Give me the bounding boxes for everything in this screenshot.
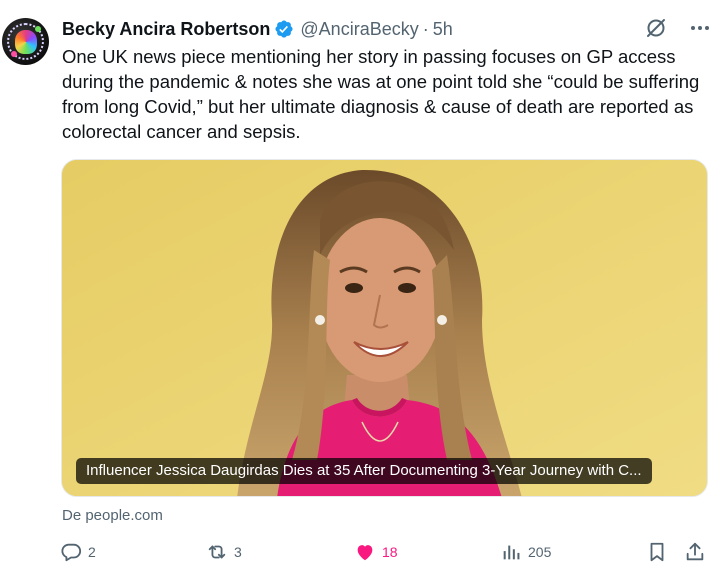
tweet-header: Becky Ancira Robertson @AnciraBecky · 5h: [62, 16, 453, 42]
link-card[interactable]: Influencer Jessica Daugirdas Dies at 35 …: [61, 159, 708, 497]
tweet[interactable]: Becky Ancira Robertson @AnciraBecky · 5h…: [0, 0, 724, 576]
bookmark-button[interactable]: [646, 539, 668, 565]
grok-icon[interactable]: [644, 16, 668, 40]
card-title[interactable]: Influencer Jessica Daugirdas Dies at 35 …: [76, 458, 652, 484]
reply-button[interactable]: 2: [60, 539, 96, 565]
avatar[interactable]: [2, 18, 49, 65]
like-count: 18: [382, 544, 398, 560]
card-image[interactable]: [62, 160, 708, 497]
separator-dot: ·: [422, 18, 429, 39]
share-icon: [686, 542, 704, 561]
views-icon: [503, 545, 520, 560]
share-button[interactable]: [684, 539, 706, 565]
repost-count: 3: [234, 544, 242, 560]
card-source[interactable]: De people.com: [62, 507, 163, 524]
repost-button[interactable]: 3: [206, 539, 242, 565]
tweet-text: One UK news piece mentioning her story i…: [62, 46, 700, 142]
heart-icon: [357, 545, 373, 561]
avatar-dot: [35, 26, 41, 32]
more-icon[interactable]: [688, 16, 712, 40]
like-button[interactable]: 18: [354, 539, 398, 565]
repost-icon: [208, 545, 226, 559]
timestamp[interactable]: 5h: [433, 19, 453, 40]
verified-badge-icon[interactable]: [274, 19, 294, 39]
reply-icon: [61, 543, 82, 562]
views-count: 205: [528, 544, 552, 560]
tweet-actions: 2 3 18 205: [0, 539, 724, 565]
bookmark-icon: [650, 542, 664, 562]
avatar-emblem: [15, 30, 37, 54]
author-handle[interactable]: @AnciraBecky: [300, 19, 418, 40]
avatar-dot: [11, 51, 17, 57]
views-button[interactable]: 205: [500, 539, 551, 565]
reply-count: 2: [88, 544, 96, 560]
tweet-top-actions: [644, 16, 712, 40]
author-name[interactable]: Becky Ancira Robertson: [62, 19, 270, 40]
